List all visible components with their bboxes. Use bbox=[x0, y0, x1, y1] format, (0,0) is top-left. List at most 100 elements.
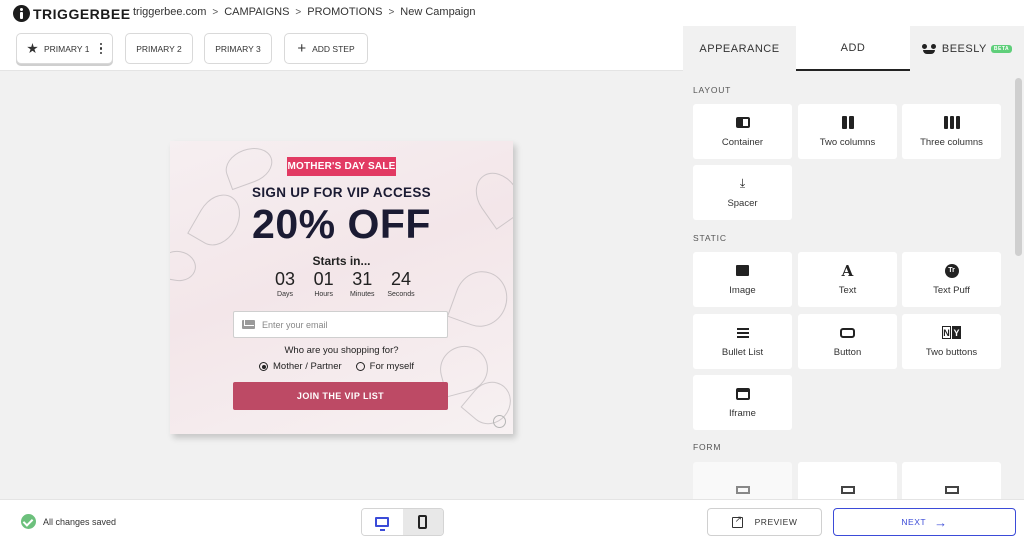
tile-text[interactable]: A Text bbox=[798, 252, 897, 307]
countdown-title: Starts in... bbox=[312, 254, 371, 268]
tile-three-columns[interactable]: Three columns bbox=[902, 104, 1001, 159]
save-status: All changes saved bbox=[21, 514, 116, 529]
form-field-icon bbox=[735, 485, 750, 494]
tile-label: Image bbox=[729, 284, 756, 296]
breadcrumb-domain[interactable]: triggerbee.com bbox=[133, 6, 206, 18]
tile-image[interactable]: Image bbox=[693, 252, 792, 307]
radio-label: Mother / Partner bbox=[273, 361, 342, 372]
image-icon bbox=[736, 265, 749, 276]
preview-label: PREVIEW bbox=[754, 517, 798, 527]
breadcrumb-separator: > bbox=[388, 6, 395, 18]
bottom-bar: All changes saved PREVIEW NEXT → bbox=[0, 499, 1024, 541]
check-circle-icon bbox=[21, 514, 36, 529]
breadcrumb-separator: > bbox=[295, 6, 302, 18]
triggerbee-watermark-icon bbox=[493, 415, 506, 428]
breadcrumb-campaigns[interactable]: CAMPAIGNS bbox=[224, 6, 289, 18]
three-columns-icon bbox=[943, 116, 960, 129]
breadcrumb-separator: > bbox=[212, 6, 219, 18]
step-label: PRIMARY 3 bbox=[215, 43, 261, 54]
countdown-value: 31 bbox=[352, 269, 373, 289]
container-icon bbox=[735, 117, 750, 128]
campaign-popup-preview[interactable]: MOTHER'S DAY SALE SIGN UP FOR VIP ACCESS… bbox=[170, 141, 513, 434]
countdown-label: Hours bbox=[314, 291, 333, 298]
step-label: PRIMARY 2 bbox=[136, 43, 182, 54]
mobile-view-button[interactable] bbox=[402, 509, 443, 535]
step-primary-2[interactable]: PRIMARY 2 bbox=[125, 33, 193, 64]
email-input[interactable]: Enter your email bbox=[233, 311, 448, 338]
tab-appearance[interactable]: APPEARANCE bbox=[683, 26, 796, 71]
step-primary-1[interactable]: PRIMARY 1 bbox=[16, 33, 113, 64]
join-vip-button[interactable]: JOIN THE VIP LIST bbox=[233, 382, 448, 410]
radio-label: For myself bbox=[369, 361, 414, 372]
radio-mother-partner[interactable]: Mother / Partner bbox=[259, 361, 342, 372]
tile-label: Button bbox=[833, 346, 862, 358]
tile-label: Two columns bbox=[819, 136, 876, 148]
floral-decoration bbox=[220, 141, 278, 191]
shopping-question: Who are you shopping for? bbox=[284, 345, 399, 356]
next-button[interactable]: NEXT → bbox=[833, 508, 1016, 536]
beesly-icon bbox=[921, 43, 936, 54]
external-link-icon bbox=[731, 514, 743, 528]
tab-beesly-label: BEESLY bbox=[941, 42, 987, 55]
popup-offer: 20% OFF bbox=[252, 201, 431, 247]
beta-badge: BETA bbox=[990, 44, 1013, 53]
countdown-label: Minutes bbox=[350, 291, 375, 298]
triggerbee-logo[interactable]: TRIGGERBEE bbox=[13, 5, 131, 22]
email-placeholder: Enter your email bbox=[262, 319, 328, 330]
text-icon: A bbox=[841, 261, 854, 280]
iframe-icon bbox=[735, 387, 750, 400]
two-buttons-icon: NY bbox=[942, 326, 961, 339]
breadcrumb: triggerbee.com > CAMPAIGNS > PROMOTIONS … bbox=[133, 6, 475, 18]
radio-for-myself[interactable]: For myself bbox=[355, 361, 414, 372]
two-buttons-no-glyph: N bbox=[942, 326, 951, 339]
bullet-list-icon bbox=[736, 327, 749, 338]
tile-two-buttons[interactable]: NY Two buttons bbox=[902, 314, 1001, 369]
tab-add[interactable]: ADD bbox=[796, 26, 910, 71]
tile-form-field[interactable] bbox=[798, 462, 897, 499]
countdown-timer: 03 Days 01 Hours 31 Minutes 24 Seconds bbox=[266, 269, 420, 298]
tile-bullet-list[interactable]: Bullet List bbox=[693, 314, 792, 369]
tile-label: Iframe bbox=[729, 407, 756, 419]
radio-selected-icon bbox=[259, 362, 268, 371]
countdown-value: 01 bbox=[313, 269, 334, 289]
desktop-icon bbox=[375, 517, 390, 531]
tile-iframe[interactable]: Iframe bbox=[693, 375, 792, 430]
tile-label: Two buttons bbox=[925, 346, 978, 358]
tile-form-field[interactable] bbox=[693, 462, 792, 499]
panel-scrollbar[interactable] bbox=[1015, 78, 1022, 256]
more-options-icon[interactable] bbox=[99, 42, 102, 55]
countdown-label: Seconds bbox=[387, 291, 415, 298]
top-bar: TRIGGERBEE triggerbee.com > CAMPAIGNS > … bbox=[0, 0, 1024, 26]
tile-form-field[interactable] bbox=[902, 462, 1001, 499]
tile-spacer[interactable]: ⤓ Spacer bbox=[693, 165, 792, 220]
add-step-label: ADD STEP bbox=[312, 43, 355, 54]
step-primary-3[interactable]: PRIMARY 3 bbox=[204, 33, 272, 64]
panel-tabs: APPEARANCE ADD BEESLY BETA bbox=[683, 26, 1024, 71]
add-step-button[interactable]: + ADD STEP bbox=[284, 33, 368, 64]
tile-two-columns[interactable]: Two columns bbox=[798, 104, 897, 159]
countdown-value: 03 bbox=[274, 269, 296, 289]
tab-appearance-label: APPEARANCE bbox=[699, 42, 780, 55]
tile-button[interactable]: Button bbox=[798, 314, 897, 369]
desktop-view-button[interactable] bbox=[362, 509, 403, 535]
section-static: STATIC bbox=[693, 233, 727, 243]
countdown-days: 03 Days bbox=[266, 269, 304, 298]
countdown-hours: 01 Hours bbox=[305, 269, 343, 298]
tile-text-puff[interactable]: Tr Text Puff bbox=[902, 252, 1001, 307]
breadcrumb-current: New Campaign bbox=[400, 6, 476, 18]
device-toggle bbox=[361, 508, 444, 536]
section-layout: LAYOUT bbox=[693, 85, 732, 95]
triggerbee-logo-icon bbox=[13, 5, 30, 22]
text-puff-icon: Tr bbox=[944, 263, 959, 278]
preview-button[interactable]: PREVIEW bbox=[707, 508, 822, 536]
tab-beesly[interactable]: BEESLY BETA bbox=[910, 26, 1024, 71]
two-columns-icon bbox=[841, 116, 854, 129]
logo-text: TRIGGERBEE bbox=[33, 5, 131, 22]
mobile-icon bbox=[418, 515, 428, 529]
floral-decoration bbox=[446, 263, 513, 335]
breadcrumb-promotions[interactable]: PROMOTIONS bbox=[307, 6, 382, 18]
tile-container[interactable]: Container bbox=[693, 104, 792, 159]
next-label: NEXT bbox=[901, 517, 927, 527]
countdown-label: Days bbox=[277, 291, 293, 298]
form-field-icon bbox=[944, 485, 959, 494]
